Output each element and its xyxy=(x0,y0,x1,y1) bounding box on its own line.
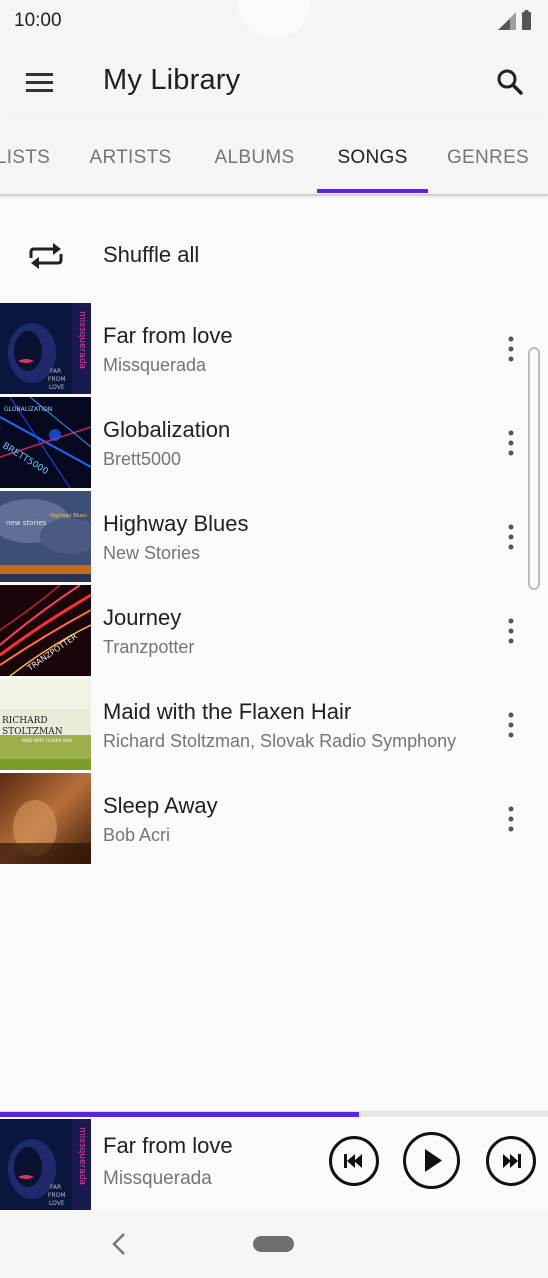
song-artist: Bob Acri xyxy=(103,825,171,845)
more-vert-icon xyxy=(508,806,514,832)
skip-previous-icon xyxy=(344,1154,362,1168)
svg-text:FROM: FROM xyxy=(48,1192,66,1199)
mini-player[interactable]: missquerada FAR FROM LOVE Far from love … xyxy=(0,1111,548,1211)
album-art: RICHARD STOLTZMAN MAID WITH FLAXEN HAIR xyxy=(0,679,91,770)
menu-button[interactable] xyxy=(18,60,62,104)
app-bar: My Library xyxy=(0,44,548,120)
active-tab-indicator xyxy=(317,189,428,193)
song-row-highway-blues[interactable]: new stories Highway Blues Highway Blues … xyxy=(0,491,548,585)
shuffle-icon xyxy=(29,243,63,269)
more-options-button[interactable] xyxy=(496,515,526,559)
song-title: Journey xyxy=(103,605,182,630)
system-nav-bar xyxy=(0,1211,548,1278)
song-artist: Richard Stoltzman, Slovak Radio Symphony xyxy=(103,731,457,751)
more-vert-icon xyxy=(508,712,514,738)
album-art: GLOBALIZATION BRETT5000 xyxy=(0,397,91,488)
now-playing-artist: Missquerada xyxy=(103,1168,212,1189)
tab-lists[interactable]: LISTS xyxy=(0,120,66,194)
svg-text:missquerada: missquerada xyxy=(77,311,87,369)
tab-songs[interactable]: SONGS xyxy=(317,120,428,194)
tab-artists[interactable]: ARTISTS xyxy=(75,120,186,194)
back-icon[interactable] xyxy=(104,1229,134,1259)
song-title: Sleep Away xyxy=(103,793,218,818)
svg-text:LOVE: LOVE xyxy=(49,384,65,391)
tab-label: SONGS xyxy=(337,147,408,168)
song-row-journey[interactable]: TRANZPOTTER Journey Tranzpotter xyxy=(0,585,548,679)
song-list: Shuffle all missquerada FAR FROM LOVE Fa… xyxy=(0,196,548,1111)
now-playing-title: Far from love xyxy=(103,1133,233,1158)
page-title: My Library xyxy=(103,64,241,96)
more-vert-icon xyxy=(508,336,514,362)
shuffle-all-label: Shuffle all xyxy=(103,242,200,267)
svg-text:RICHARD: RICHARD xyxy=(2,716,48,726)
tab-label: GENRES xyxy=(446,147,530,168)
playback-progress-fill xyxy=(0,1112,359,1117)
more-options-button[interactable] xyxy=(496,703,526,747)
next-button[interactable] xyxy=(486,1136,536,1186)
song-artist: Tranzpotter xyxy=(103,637,195,657)
more-options-button[interactable] xyxy=(496,797,526,841)
svg-text:LOVE: LOVE xyxy=(49,1200,65,1207)
song-row-sleep-away[interactable]: Sleep Away Bob Acri xyxy=(0,773,548,867)
song-row-globalization[interactable]: GLOBALIZATION BRETT5000 Globalization Br… xyxy=(0,397,548,491)
status-bar: 10:00 xyxy=(0,0,548,44)
album-art: new stories Highway Blues xyxy=(0,491,91,582)
camera-notch xyxy=(238,0,310,38)
tab-genres[interactable]: GENRES xyxy=(436,120,540,194)
album-art: missquerada FAR FROM LOVE xyxy=(0,303,91,394)
more-options-button[interactable] xyxy=(496,327,526,371)
scrollbar[interactable] xyxy=(528,347,540,590)
more-options-button[interactable] xyxy=(496,609,526,653)
svg-text:GLOBALIZATION: GLOBALIZATION xyxy=(4,406,52,413)
svg-text:Highway Blues: Highway Blues xyxy=(50,513,87,519)
svg-text:FROM: FROM xyxy=(48,376,66,383)
tab-bar: LISTS ARTISTS ALBUMS SONGS GENRES xyxy=(0,120,548,194)
shuffle-all-button[interactable]: Shuffle all xyxy=(0,216,548,296)
more-vert-icon xyxy=(508,618,514,644)
svg-text:STOLTZMAN: STOLTZMAN xyxy=(2,727,63,737)
status-time: 10:00 xyxy=(14,10,62,31)
tab-label: ARTISTS xyxy=(89,147,172,168)
svg-text:MAID WITH FLAXEN HAIR: MAID WITH FLAXEN HAIR xyxy=(22,738,72,743)
svg-text:missquerada: missquerada xyxy=(77,1127,87,1185)
svg-text:FAR: FAR xyxy=(50,368,61,375)
song-title: Highway Blues xyxy=(103,511,249,536)
song-artist: Brett5000 xyxy=(103,449,182,469)
song-title: Globalization xyxy=(103,417,231,442)
search-icon xyxy=(497,69,523,95)
more-vert-icon xyxy=(508,524,514,550)
album-art xyxy=(0,773,91,864)
playback-progress[interactable] xyxy=(0,1112,548,1117)
song-title: Maid with the Flaxen Hair xyxy=(103,699,352,724)
song-title: Far from love xyxy=(103,323,233,348)
tab-label: LISTS xyxy=(0,147,51,168)
play-button[interactable] xyxy=(403,1132,460,1189)
tab-albums[interactable]: ALBUMS xyxy=(199,120,310,194)
song-artist: Missquerada xyxy=(103,355,207,375)
skip-next-icon xyxy=(503,1154,521,1168)
tab-label: ALBUMS xyxy=(214,147,295,168)
search-button[interactable] xyxy=(488,60,532,104)
song-artist: New Stories xyxy=(103,543,201,563)
signal-battery-icon xyxy=(498,10,531,30)
home-pill[interactable] xyxy=(253,1236,294,1252)
previous-button[interactable] xyxy=(329,1136,379,1186)
play-icon xyxy=(425,1149,442,1172)
menu-icon xyxy=(26,73,53,92)
now-playing-album-art: missquerada FAR FROM LOVE xyxy=(0,1119,91,1210)
svg-text:new stories: new stories xyxy=(6,519,46,527)
album-art: TRANZPOTTER xyxy=(0,585,91,676)
more-options-button[interactable] xyxy=(496,421,526,465)
svg-text:FAR: FAR xyxy=(50,1184,61,1191)
song-row-maid-with-the-flaxen-hair[interactable]: RICHARD STOLTZMAN MAID WITH FLAXEN HAIR … xyxy=(0,679,548,773)
song-row-far-from-love[interactable]: missquerada FAR FROM LOVE Far from love … xyxy=(0,303,548,397)
more-vert-icon xyxy=(508,430,514,456)
